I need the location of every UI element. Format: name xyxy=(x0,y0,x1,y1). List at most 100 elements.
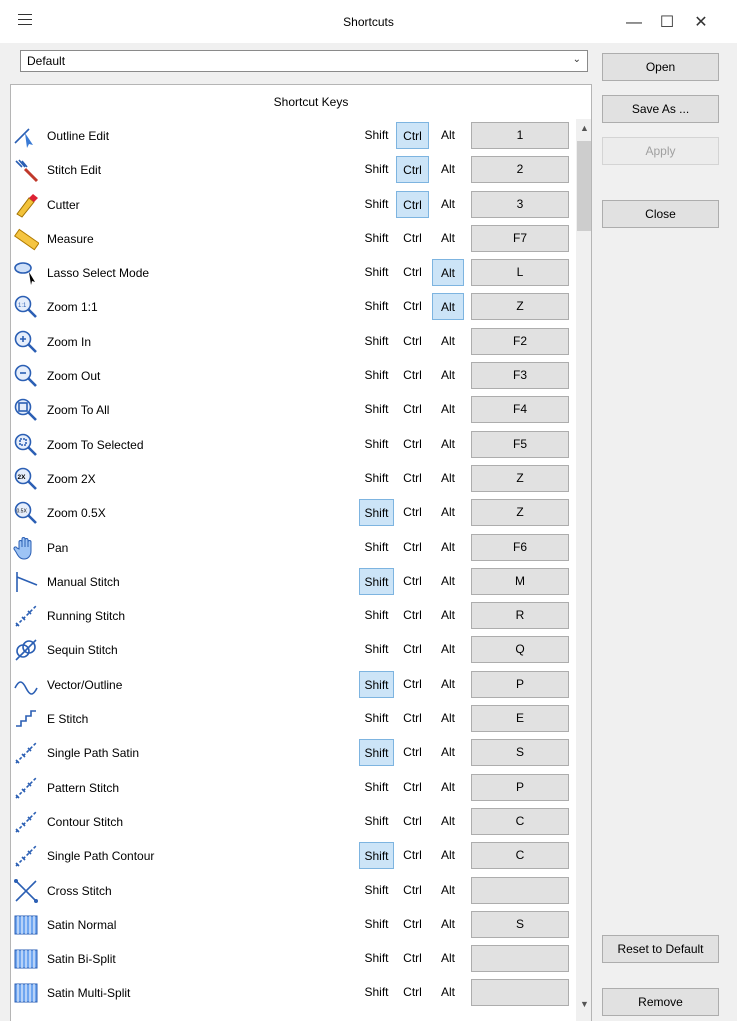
key-assign-button[interactable]: S xyxy=(471,739,569,767)
ctrl-toggle[interactable]: Ctrl xyxy=(396,190,429,218)
alt-toggle[interactable]: Alt xyxy=(432,122,464,149)
ctrl-toggle[interactable]: Ctrl xyxy=(396,808,429,835)
key-assign-button[interactable] xyxy=(471,945,569,973)
key-assign-button[interactable]: 1 xyxy=(471,122,569,149)
alt-toggle[interactable]: Alt xyxy=(432,431,464,458)
key-assign-button[interactable]: C xyxy=(471,807,569,835)
shift-toggle[interactable]: Shift xyxy=(359,362,394,389)
shift-toggle[interactable]: Shift xyxy=(359,259,394,286)
key-assign-button[interactable] xyxy=(471,876,569,904)
ctrl-toggle[interactable]: Ctrl xyxy=(396,979,429,1006)
key-assign-button[interactable]: F3 xyxy=(471,362,569,390)
maximize-icon[interactable]: ☐ xyxy=(650,8,684,38)
open-button[interactable]: Open xyxy=(602,53,719,81)
ctrl-toggle[interactable]: Ctrl xyxy=(396,499,429,526)
ctrl-toggle[interactable]: Ctrl xyxy=(396,602,429,629)
shift-toggle[interactable]: Shift xyxy=(359,945,394,972)
shift-toggle[interactable]: Shift xyxy=(359,191,394,218)
ctrl-toggle[interactable]: Ctrl xyxy=(396,636,429,663)
ctrl-toggle[interactable]: Ctrl xyxy=(396,911,429,938)
shift-toggle[interactable]: Shift xyxy=(359,534,394,561)
shift-toggle[interactable]: Shift xyxy=(359,293,394,320)
key-assign-button[interactable]: 3 xyxy=(471,190,569,218)
shift-toggle[interactable]: Shift xyxy=(359,396,394,423)
save-as-button[interactable]: Save As ... xyxy=(602,95,719,123)
alt-toggle[interactable]: Alt xyxy=(432,739,464,766)
ctrl-toggle[interactable]: Ctrl xyxy=(396,739,429,766)
alt-toggle[interactable]: Alt xyxy=(432,534,464,561)
ctrl-toggle[interactable]: Ctrl xyxy=(396,877,429,904)
shift-toggle[interactable]: Shift xyxy=(359,499,394,527)
alt-toggle[interactable]: Alt xyxy=(432,499,464,526)
minimize-icon[interactable]: — xyxy=(617,8,651,38)
ctrl-toggle[interactable]: Ctrl xyxy=(396,293,429,320)
alt-toggle[interactable]: Alt xyxy=(432,362,464,389)
key-assign-button[interactable]: F6 xyxy=(471,533,569,561)
key-assign-button[interactable]: Q xyxy=(471,636,569,664)
vertical-scrollbar[interactable]: ▲ ▼ xyxy=(576,119,591,1021)
ctrl-toggle[interactable]: Ctrl xyxy=(396,705,429,732)
alt-toggle[interactable]: Alt xyxy=(432,636,464,663)
key-assign-button[interactable]: F5 xyxy=(471,430,569,458)
alt-toggle[interactable]: Alt xyxy=(432,945,464,972)
alt-toggle[interactable]: Alt xyxy=(432,568,464,595)
ctrl-toggle[interactable]: Ctrl xyxy=(396,259,429,286)
alt-toggle[interactable]: Alt xyxy=(432,774,464,801)
shift-toggle[interactable]: Shift xyxy=(359,911,394,938)
shift-toggle[interactable]: Shift xyxy=(359,705,394,732)
ctrl-toggle[interactable]: Ctrl xyxy=(396,431,429,458)
ctrl-toggle[interactable]: Ctrl xyxy=(396,362,429,389)
key-assign-button[interactable]: E xyxy=(471,705,569,733)
shift-toggle[interactable]: Shift xyxy=(359,225,394,252)
alt-toggle[interactable]: Alt xyxy=(432,293,464,321)
key-assign-button[interactable]: 2 xyxy=(471,156,569,184)
alt-toggle[interactable]: Alt xyxy=(432,842,464,869)
shift-toggle[interactable]: Shift xyxy=(359,465,394,492)
key-assign-button[interactable]: P xyxy=(471,773,569,801)
shift-toggle[interactable]: Shift xyxy=(359,739,394,767)
alt-toggle[interactable]: Alt xyxy=(432,911,464,938)
shift-toggle[interactable]: Shift xyxy=(359,877,394,904)
shift-toggle[interactable]: Shift xyxy=(359,122,394,149)
shift-toggle[interactable]: Shift xyxy=(359,979,394,1006)
remove-button[interactable]: Remove xyxy=(602,988,719,1016)
ctrl-toggle[interactable]: Ctrl xyxy=(396,465,429,492)
ctrl-toggle[interactable]: Ctrl xyxy=(396,774,429,801)
key-assign-button[interactable]: L xyxy=(471,259,569,287)
ctrl-toggle[interactable]: Ctrl xyxy=(396,534,429,561)
shift-toggle[interactable]: Shift xyxy=(359,636,394,663)
ctrl-toggle[interactable]: Ctrl xyxy=(396,671,429,698)
alt-toggle[interactable]: Alt xyxy=(432,328,464,355)
shift-toggle[interactable]: Shift xyxy=(359,431,394,458)
scroll-up-icon[interactable]: ▲ xyxy=(576,123,591,133)
ctrl-toggle[interactable]: Ctrl xyxy=(396,945,429,972)
alt-toggle[interactable]: Alt xyxy=(432,225,464,252)
close-button[interactable]: Close xyxy=(602,200,719,228)
key-assign-button[interactable] xyxy=(471,979,569,1007)
key-assign-button[interactable]: F7 xyxy=(471,224,569,252)
scroll-thumb[interactable] xyxy=(577,141,591,231)
key-assign-button[interactable]: Z xyxy=(471,464,569,492)
shift-toggle[interactable]: Shift xyxy=(359,842,394,870)
alt-toggle[interactable]: Alt xyxy=(432,705,464,732)
ctrl-toggle[interactable]: Ctrl xyxy=(396,156,429,184)
key-assign-button[interactable]: C xyxy=(471,842,569,870)
key-assign-button[interactable]: F4 xyxy=(471,396,569,424)
apply-button[interactable]: Apply xyxy=(602,137,719,165)
profile-select[interactable]: Default ⌄ xyxy=(20,50,588,72)
ctrl-toggle[interactable]: Ctrl xyxy=(396,122,429,149)
shift-toggle[interactable]: Shift xyxy=(359,567,394,595)
ctrl-toggle[interactable]: Ctrl xyxy=(396,396,429,423)
shift-toggle[interactable]: Shift xyxy=(359,328,394,355)
alt-toggle[interactable]: Alt xyxy=(432,877,464,904)
key-assign-button[interactable]: R xyxy=(471,602,569,630)
ctrl-toggle[interactable]: Ctrl xyxy=(396,328,429,355)
ctrl-toggle[interactable]: Ctrl xyxy=(396,568,429,595)
alt-toggle[interactable]: Alt xyxy=(432,979,464,1006)
shift-toggle[interactable]: Shift xyxy=(359,602,394,629)
alt-toggle[interactable]: Alt xyxy=(432,259,464,287)
alt-toggle[interactable]: Alt xyxy=(432,465,464,492)
alt-toggle[interactable]: Alt xyxy=(432,808,464,835)
alt-toggle[interactable]: Alt xyxy=(432,602,464,629)
ctrl-toggle[interactable]: Ctrl xyxy=(396,225,429,252)
